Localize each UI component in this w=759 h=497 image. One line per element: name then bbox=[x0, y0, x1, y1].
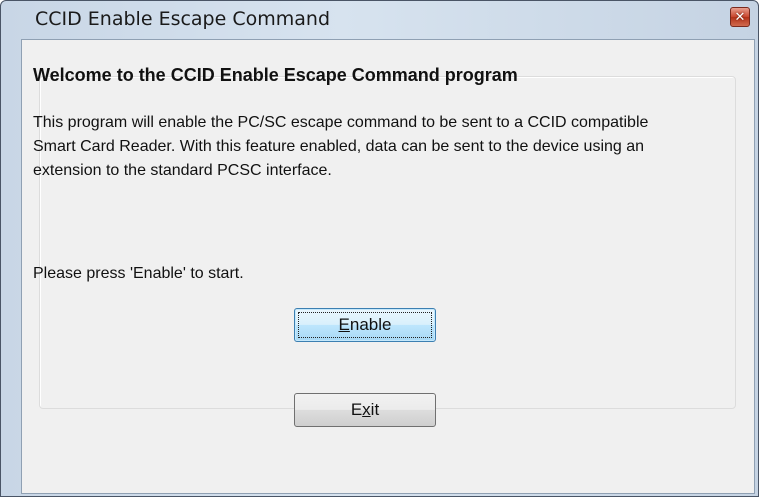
dialog-window: CCID Enable Escape Command ✕ Welcome to … bbox=[0, 0, 759, 497]
enable-button-label: Enable bbox=[339, 315, 392, 335]
exit-button[interactable]: Exit bbox=[294, 393, 436, 427]
window-title: CCID Enable Escape Command bbox=[35, 8, 331, 30]
enable-label-rest: nable bbox=[349, 315, 392, 334]
exit-label-rest: it bbox=[370, 400, 380, 419]
welcome-heading: Welcome to the CCID Enable Escape Comman… bbox=[33, 65, 518, 85]
exit-label-start: E bbox=[350, 400, 363, 419]
exit-button-label: Exit bbox=[351, 400, 379, 420]
enable-mnemonic: E bbox=[338, 315, 350, 334]
close-icon: ✕ bbox=[734, 9, 746, 25]
instruction-text: Please press 'Enable' to start. bbox=[33, 265, 244, 282]
close-button[interactable]: ✕ bbox=[730, 7, 750, 27]
description-text: This program will enable the PC/SC escap… bbox=[33, 114, 649, 179]
exit-mnemonic: x bbox=[362, 400, 371, 419]
title-bar[interactable]: CCID Enable Escape Command ✕ bbox=[1, 1, 758, 33]
enable-button[interactable]: Enable bbox=[294, 308, 436, 342]
